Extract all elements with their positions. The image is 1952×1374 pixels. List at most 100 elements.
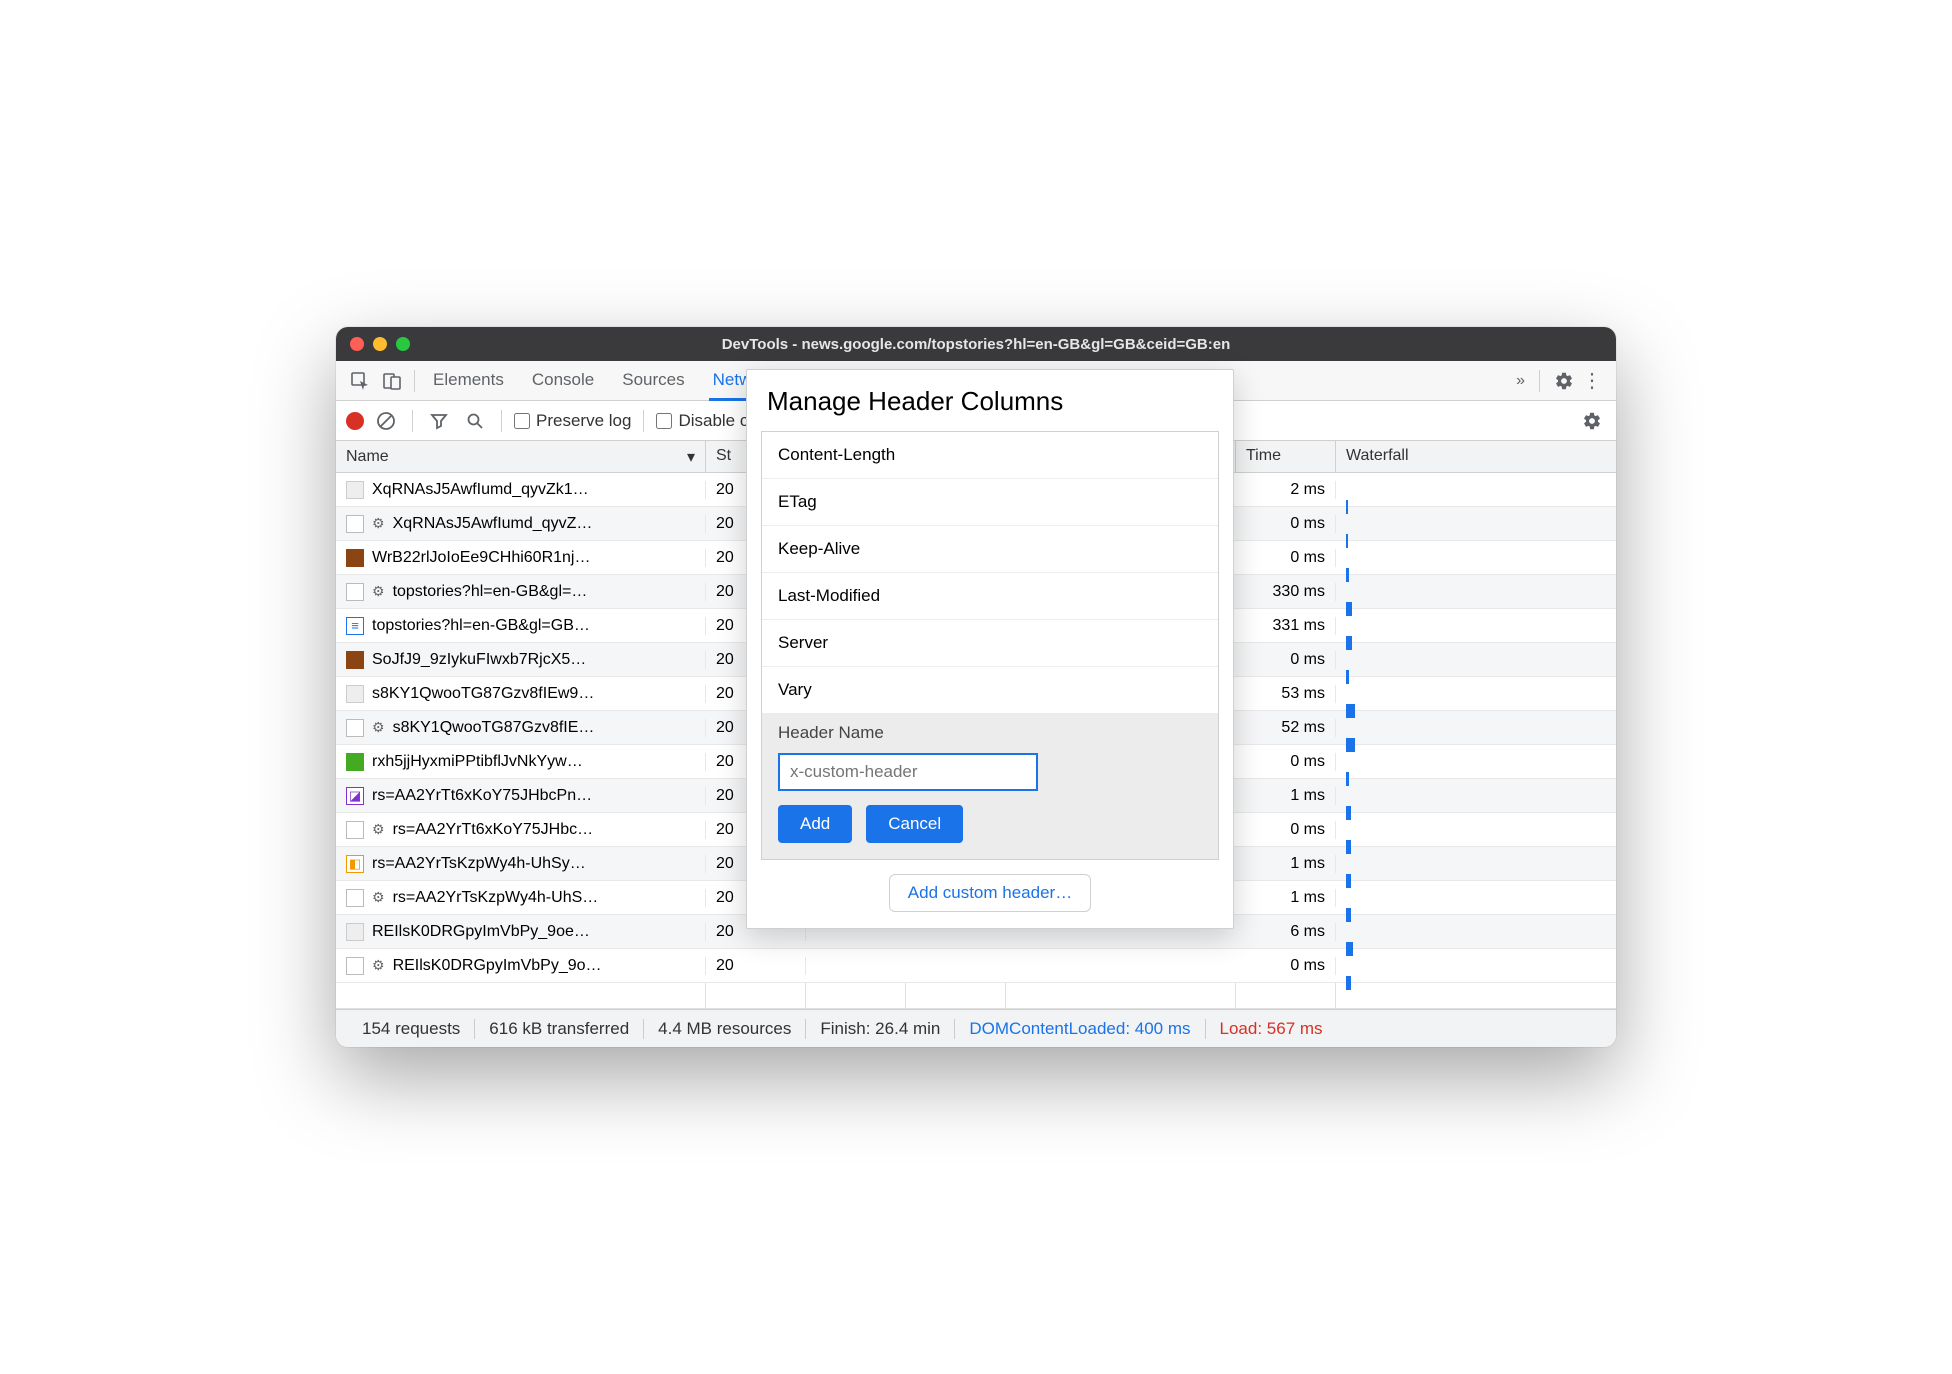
- request-time-cell: 1 ms: [1236, 787, 1336, 805]
- statusbar: 154 requests 616 kB transferred 4.4 MB r…: [336, 1009, 1616, 1047]
- status-load: Load: 567 ms: [1206, 1019, 1337, 1039]
- request-name: topstories?hl=en-GB&gl=…: [393, 583, 588, 601]
- filter-icon[interactable]: [425, 412, 453, 430]
- request-name-cell: ⚙ topstories?hl=en-GB&gl=…: [336, 583, 706, 601]
- request-time-cell: 52 ms: [1236, 719, 1336, 737]
- record-button[interactable]: [346, 412, 364, 430]
- request-time-cell: 1 ms: [1236, 855, 1336, 873]
- request-time-cell: 1 ms: [1236, 889, 1336, 907]
- request-name: rxh5jjHyxmiPPtibflJvNkYyw…: [372, 753, 583, 771]
- request-name-cell: ◪rs=AA2YrTt6xKoY75JHbcPn…: [336, 787, 706, 805]
- header-item[interactable]: Keep-Alive: [762, 526, 1218, 573]
- request-name-cell: ≡topstories?hl=en-GB&gl=GB…: [336, 617, 706, 635]
- gear-icon: ⚙: [372, 515, 385, 532]
- preserve-log-label: Preserve log: [536, 411, 631, 431]
- status-transferred: 616 kB transferred: [475, 1019, 644, 1039]
- request-time-cell: 0 ms: [1236, 957, 1336, 975]
- tab-sources[interactable]: Sources: [618, 362, 688, 400]
- request-time-cell: 2 ms: [1236, 481, 1336, 499]
- request-name: s8KY1QwooTG87Gzv8fIEw9…: [372, 685, 594, 703]
- request-name-cell: rxh5jjHyxmiPPtibflJvNkYyw…: [336, 753, 706, 771]
- custom-header-input[interactable]: [778, 753, 1038, 791]
- request-name: XqRNAsJ5AwfIumd_qyvZk1…: [372, 481, 589, 499]
- request-name: WrB22rlJoIoEe9CHhi60R1nj…: [372, 549, 590, 567]
- header-item[interactable]: Content-Length: [762, 432, 1218, 479]
- request-time-cell: 0 ms: [1236, 821, 1336, 839]
- traffic-lights: [350, 337, 410, 351]
- add-button[interactable]: Add: [778, 805, 852, 843]
- request-time-cell: 330 ms: [1236, 583, 1336, 601]
- table-footer-strip: [336, 983, 1616, 1009]
- column-header-name[interactable]: Name ▾: [336, 441, 706, 472]
- column-header-time[interactable]: Time: [1236, 441, 1336, 472]
- request-name-cell: ⚙ rs=AA2YrTsKzpWy4h-UhS…: [336, 889, 706, 907]
- more-tabs-icon[interactable]: »: [1516, 372, 1525, 390]
- header-item[interactable]: Last-Modified: [762, 573, 1218, 620]
- status-domcontentloaded: DOMContentLoaded: 400 ms: [955, 1019, 1205, 1039]
- request-name: REIlsK0DRGpyImVbPy_9o…: [393, 957, 602, 975]
- gear-icon: ⚙: [372, 957, 385, 974]
- custom-header-section: Header Name Add Cancel: [762, 713, 1218, 859]
- dialog-title: Manage Header Columns: [747, 370, 1233, 431]
- zoom-window-button[interactable]: [396, 337, 410, 351]
- request-time-cell: 0 ms: [1236, 753, 1336, 771]
- request-name-cell: REIlsK0DRGpyImVbPy_9oe…: [336, 923, 706, 941]
- settings-icon[interactable]: [1554, 371, 1574, 391]
- request-name: SoJfJ9_9zIykuFIwxb7RjcX5…: [372, 651, 586, 669]
- request-name: XqRNAsJ5AwfIumd_qyvZ…: [393, 515, 593, 533]
- column-header-waterfall[interactable]: Waterfall: [1336, 441, 1616, 472]
- request-name-cell: XqRNAsJ5AwfIumd_qyvZk1…: [336, 481, 706, 499]
- gear-icon: ⚙: [372, 719, 385, 736]
- kebab-menu-icon[interactable]: ⋮: [1582, 368, 1602, 393]
- header-item[interactable]: Vary: [762, 667, 1218, 713]
- sort-indicator-icon: ▾: [687, 447, 695, 467]
- search-icon[interactable]: [461, 412, 489, 430]
- request-time-cell: 53 ms: [1236, 685, 1336, 703]
- status-resources: 4.4 MB resources: [644, 1019, 806, 1039]
- status-finish: Finish: 26.4 min: [806, 1019, 955, 1039]
- request-time-cell: 0 ms: [1236, 549, 1336, 567]
- manage-header-columns-dialog: Manage Header Columns Content-Length ETa…: [746, 369, 1234, 929]
- request-name-cell: ⚙ REIlsK0DRGpyImVbPy_9o…: [336, 957, 706, 975]
- request-time-cell: 6 ms: [1236, 923, 1336, 941]
- gear-icon: ⚙: [372, 889, 385, 906]
- clear-button[interactable]: [372, 411, 400, 431]
- request-name: rs=AA2YrTsKzpWy4h-UhS…: [393, 889, 599, 907]
- request-time-cell: 331 ms: [1236, 617, 1336, 635]
- inspect-element-icon[interactable]: [344, 365, 376, 397]
- request-name: rs=AA2YrTt6xKoY75JHbcPn…: [372, 787, 592, 805]
- tab-console[interactable]: Console: [528, 362, 598, 400]
- gear-icon: ⚙: [372, 583, 385, 600]
- table-row[interactable]: ⚙ REIlsK0DRGpyImVbPy_9o… 20 0 ms: [336, 949, 1616, 983]
- request-name-cell: ⚙ s8KY1QwooTG87Gzv8fIE…: [336, 719, 706, 737]
- request-name-cell: ◧rs=AA2YrTsKzpWy4h-UhSy…: [336, 855, 706, 873]
- request-time-cell: 0 ms: [1236, 651, 1336, 669]
- header-item[interactable]: Server: [762, 620, 1218, 667]
- request-name-cell: WrB22rlJoIoEe9CHhi60R1nj…: [336, 549, 706, 567]
- window-title: DevTools - news.google.com/topstories?hl…: [722, 336, 1231, 353]
- tab-elements[interactable]: Elements: [429, 362, 508, 400]
- titlebar: DevTools - news.google.com/topstories?hl…: [336, 327, 1616, 361]
- minimize-window-button[interactable]: [373, 337, 387, 351]
- request-name-cell: ⚙ XqRNAsJ5AwfIumd_qyvZ…: [336, 515, 706, 533]
- add-custom-header-button[interactable]: Add custom header…: [889, 874, 1091, 912]
- header-column-list: Content-Length ETag Keep-Alive Last-Modi…: [761, 431, 1219, 860]
- request-name-cell: s8KY1QwooTG87Gzv8fIEw9…: [336, 685, 706, 703]
- status-requests: 154 requests: [348, 1019, 475, 1039]
- request-name-cell: ⚙rs=AA2YrTt6xKoY75JHbc…: [336, 821, 706, 839]
- header-item[interactable]: ETag: [762, 479, 1218, 526]
- request-name-cell: SoJfJ9_9zIykuFIwxb7RjcX5…: [336, 651, 706, 669]
- request-name: topstories?hl=en-GB&gl=GB…: [372, 617, 590, 635]
- request-name: rs=AA2YrTsKzpWy4h-UhSy…: [372, 855, 586, 873]
- gear-icon: ⚙: [372, 821, 385, 838]
- request-status-cell: 20: [706, 957, 806, 975]
- device-toolbar-icon[interactable]: [376, 365, 408, 397]
- request-name: REIlsK0DRGpyImVbPy_9oe…: [372, 923, 590, 941]
- preserve-log-checkbox[interactable]: Preserve log: [514, 411, 631, 431]
- devtools-window: DevTools - news.google.com/topstories?hl…: [336, 327, 1616, 1047]
- cancel-button[interactable]: Cancel: [866, 805, 963, 843]
- close-window-button[interactable]: [350, 337, 364, 351]
- header-name-label: Header Name: [778, 723, 1202, 743]
- request-name: s8KY1QwooTG87Gzv8fIE…: [393, 719, 595, 737]
- network-settings-icon[interactable]: [1578, 411, 1606, 431]
